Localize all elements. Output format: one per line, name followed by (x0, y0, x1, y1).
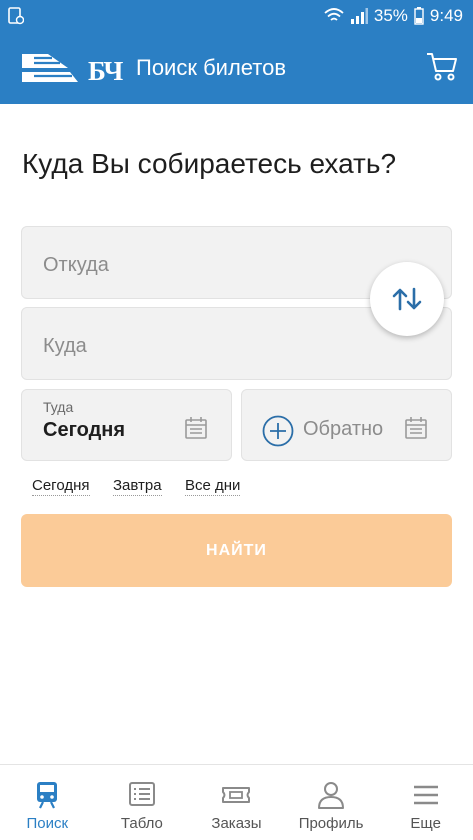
nav-label-profile: Профиль (298, 815, 364, 832)
date-back-field[interactable]: Обратно (241, 389, 452, 461)
logo-text: БЧ (88, 56, 123, 86)
signal-icon (350, 8, 368, 24)
ticket-icon (222, 787, 251, 803)
battery-icon (414, 7, 424, 25)
calendar-icon (405, 417, 427, 439)
date-there-field[interactable]: Туда Сегодня (21, 389, 232, 461)
app-title: Поиск билетов (136, 55, 287, 80)
to-placeholder: Куда (43, 335, 87, 357)
nav-item-search[interactable]: Поиск (0, 765, 95, 840)
nav-item-profile[interactable]: Профиль (284, 765, 379, 840)
date-there-value: Сегодня (43, 419, 126, 441)
person-icon (318, 782, 345, 809)
board-icon (128, 782, 155, 806)
date-there-label: Туда (43, 399, 74, 415)
train-icon (37, 782, 58, 809)
bch-logo: БЧ (20, 48, 123, 88)
cart-icon[interactable] (425, 49, 459, 83)
calendar-icon (185, 417, 207, 439)
swap-arrows-icon (392, 287, 422, 311)
nav-item-orders[interactable]: Заказы (189, 765, 284, 840)
menu-icon (413, 785, 438, 805)
date-back-label: Обратно (303, 418, 384, 440)
quick-date-tomorrow[interactable]: Завтра (113, 477, 162, 496)
nav-label-board: Табло (120, 815, 163, 832)
app-bar: БЧ Поиск билетов (0, 33, 473, 104)
nav-label-orders: Заказы (211, 815, 262, 832)
page-heading: Куда Вы собираетесь ехать? (22, 148, 397, 179)
quick-date-today[interactable]: Сегодня (32, 477, 90, 496)
from-placeholder: Откуда (43, 254, 109, 276)
clock: 9:49 (429, 6, 463, 25)
rail-logo-icon (22, 54, 78, 82)
battery-percent: 35% (373, 6, 408, 25)
nav-label-search: Поиск (26, 815, 69, 832)
add-return-icon (262, 415, 294, 447)
find-button[interactable]: НАЙТИ (21, 514, 452, 587)
notification-icon (8, 7, 24, 25)
wifi-icon (324, 8, 344, 21)
status-bar: 35% 9:49 (0, 0, 473, 33)
bottom-nav: Поиск Табло Заказы Профиль Еще (0, 764, 473, 840)
nav-item-board[interactable]: Табло (95, 765, 190, 840)
nav-label-more: Еще (410, 815, 441, 832)
quick-date-all-days[interactable]: Все дни (185, 477, 241, 496)
swap-button[interactable] (370, 262, 444, 336)
nav-item-more[interactable]: Еще (378, 765, 473, 840)
